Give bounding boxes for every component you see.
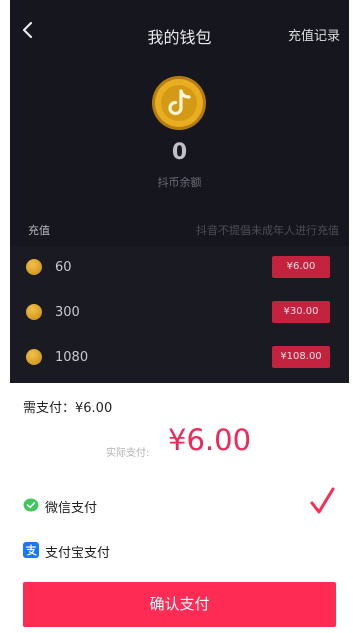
topup-amount: 300 <box>55 305 80 320</box>
coin-icon <box>26 259 42 275</box>
coin-balance-label: 抖币余额 <box>157 176 202 189</box>
actual-payment-amount: ¥6.00 <box>168 423 252 457</box>
wallet-panel: 我的钱包 充值记录 0 抖币余额 充值 抖音不提倡未成年人进行充值 60 ¥6.… <box>10 0 349 383</box>
price-button[interactable]: ¥30.00 <box>272 301 330 323</box>
douyin-coin-icon <box>152 76 206 130</box>
price-button[interactable]: ¥108.00 <box>272 346 330 368</box>
minor-notice: 抖音不提倡未成年人进行充值 <box>196 224 339 237</box>
payment-method-alipay[interactable]: 支付宝支付 <box>23 537 343 565</box>
coin-icon <box>26 304 42 320</box>
header: 我的钱包 充值记录 <box>10 0 349 62</box>
actual-payment-label: 实际支付: <box>106 448 150 459</box>
alipay-icon <box>23 542 39 558</box>
topup-option[interactable]: 60 ¥6.00 <box>10 246 349 291</box>
confirm-payment-button[interactable]: 确认支付 <box>23 582 336 627</box>
topup-amount: 1080 <box>55 350 89 365</box>
topup-header: 充值 抖音不提倡未成年人进行充值 <box>28 222 339 238</box>
wechat-pay-icon <box>23 498 39 512</box>
coin-balance: 0 <box>171 140 188 165</box>
payment-method-label: 微信支付 <box>45 501 98 516</box>
price-button[interactable]: ¥6.00 <box>272 256 330 278</box>
topup-option[interactable]: 1080 ¥108.00 <box>10 336 349 381</box>
checkmark-icon <box>310 487 335 514</box>
topup-options-list: 60 ¥6.00 300 ¥30.00 1080 ¥108.00 <box>10 246 349 383</box>
coin-icon <box>26 349 42 365</box>
recharge-history-link[interactable]: 充值记录 <box>288 25 340 44</box>
topup-amount: 60 <box>55 260 72 275</box>
topup-label: 充值 <box>28 224 50 237</box>
wallet-screen: 我的钱包 充值记录 0 抖币余额 充值 抖音不提倡未成年人进行充值 60 ¥6.… <box>0 0 353 633</box>
amount-due: 需支付：¥6.00 <box>23 401 113 416</box>
topup-option[interactable]: 300 ¥30.00 <box>10 291 349 336</box>
payment-method-wechat[interactable]: 微信支付 <box>23 487 343 520</box>
payment-method-label: 支付宝支付 <box>45 546 111 561</box>
